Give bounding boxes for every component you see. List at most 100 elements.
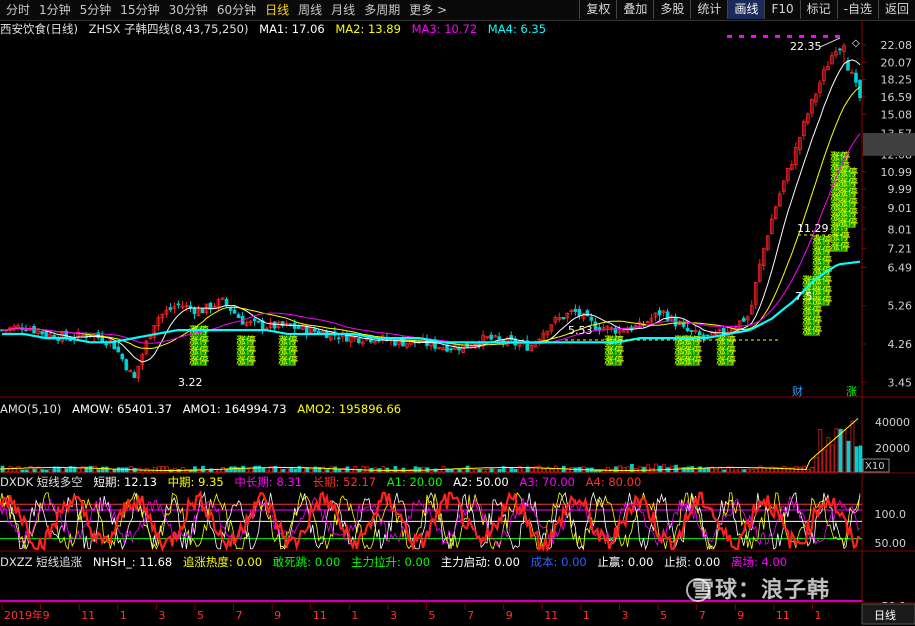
tab-1min[interactable]: 1分钟 [39,2,71,18]
price-tick-label: 9.99 [888,183,913,196]
draw-line-button[interactable]: 画线 [727,0,765,19]
amount-bar [245,469,249,473]
diamond-marker: ◇ [852,38,860,49]
amount-bar [165,466,169,473]
amount-bar [421,466,426,473]
amount-bar [505,467,510,473]
tab-weekly[interactable]: 周线 [298,2,322,18]
amount-bar [638,466,642,473]
amount-bar [509,467,514,473]
price-tick-label: 20.07 [881,56,913,69]
stats-button[interactable]: 统计 [690,0,727,19]
amount-bar [690,465,694,473]
amount-bar [810,467,815,473]
multi-stock-button[interactable]: 多股 [653,0,690,19]
amount-bar [750,469,755,473]
high-price-arrow [819,37,841,48]
candle-body [32,325,36,334]
time-tick-label: 1 [351,609,358,622]
time-tick-label: 9 [506,609,513,622]
amount-bar [694,469,698,473]
period-tabs: 分时 1分钟 5分钟 15分钟 30分钟 60分钟 日线 周线 月线 多周期 更… [6,2,456,18]
candle-body [232,309,237,314]
price-tick-label: 5.26 [888,300,913,313]
candle-body [228,307,233,311]
amount-bar [850,420,855,473]
tab-daily[interactable]: 日线 [265,2,289,18]
price-axis: 22.0820.0718.2516.5915.0813.5712.0810.99… [862,39,915,613]
candle-body [124,359,129,371]
amount-bar [337,469,342,473]
amount-bar [465,465,470,473]
candle-body [457,347,461,351]
candle-body [854,72,858,83]
amount-bar [662,464,666,473]
ma1-line [1,59,861,363]
amount-bar [513,468,518,473]
candle-body [681,323,686,327]
amount-bar [642,466,646,473]
amount-bar [157,466,161,473]
fuquan-button[interactable]: 复权 [579,0,616,19]
amount-bar [746,468,751,473]
amount-bar [626,466,630,473]
tab-30min[interactable]: 30分钟 [169,2,208,18]
watermark: 雪球：浪子韩 [692,578,831,603]
candle-body [336,337,341,340]
amount-bar [257,465,261,473]
amount-bar [830,444,835,473]
limit-up-label: 涨停 [236,334,256,347]
time-tick-label: 3 [158,609,165,622]
amount-bar [457,469,462,473]
candle-body [104,343,109,346]
back-button[interactable]: 返回 [877,0,915,19]
overlay-button[interactable]: 叠加 [616,0,653,19]
candle-body [176,303,181,306]
tab-15min[interactable]: 15分钟 [120,2,159,18]
price-tick-label: 18.25 [881,74,913,87]
amount-bar [88,465,93,473]
amount-bar [822,449,827,473]
zhang-marker: 涨 [846,385,857,398]
price-panel[interactable]: 涨停涨停涨停涨停涨停涨停涨停涨停涨停涨停涨停涨停涨停涨停涨停涨停涨停涨停涨停涨停… [0,35,862,398]
dxdk-panel[interactable] [0,489,862,553]
tab-monthly[interactable]: 月线 [331,2,355,18]
time-tick-label: 7 [236,609,243,622]
candle-body [24,329,28,332]
candle-body [497,336,501,340]
price-tick-label: 16.59 [881,91,913,104]
candle-body [304,325,309,334]
tab-more[interactable]: 更多 > [409,2,447,18]
kline-chart: 涨停涨停涨停涨停涨停涨停涨停涨停涨停涨停涨停涨停涨停涨停涨停涨停涨停涨停涨停涨停… [0,20,915,626]
candle-body [252,318,257,322]
candle-body [236,314,241,319]
f10-button[interactable]: F10 [764,0,799,19]
finance-marker: 财 [792,384,803,398]
amount-bar [722,469,727,473]
amount-panel[interactable] [0,418,863,473]
candle-body [192,308,197,315]
amount-bar [96,469,101,473]
amount-bar [686,466,690,473]
time-tick-label: 5 [197,609,204,622]
time-tick-label: 1 [583,609,590,622]
tab-fenshi[interactable]: 分时 [6,2,30,18]
tab-multi-period[interactable]: 多周期 [364,2,400,18]
tab-5min[interactable]: 5分钟 [80,2,112,18]
tab-60min[interactable]: 60分钟 [217,2,256,18]
amount-bar [201,465,205,473]
amount-bar [654,463,658,473]
mark-button[interactable]: 标记 [799,0,837,19]
watchlist-button[interactable]: -自选 [836,0,878,19]
amount-bar [361,465,366,473]
time-tick-label: 11 [81,609,95,622]
time-tick-label: 5 [660,609,667,622]
daily-tab-label: 日线 [874,608,896,622]
time-tick-label: 2019年 [4,608,43,622]
time-tick-label: 1 [814,609,821,622]
top-signal-mark [835,35,840,38]
amount-bar [674,464,678,473]
price-tick-label: 7.21 [888,242,913,255]
amount-bar [24,469,29,473]
amount-bar [100,466,105,473]
